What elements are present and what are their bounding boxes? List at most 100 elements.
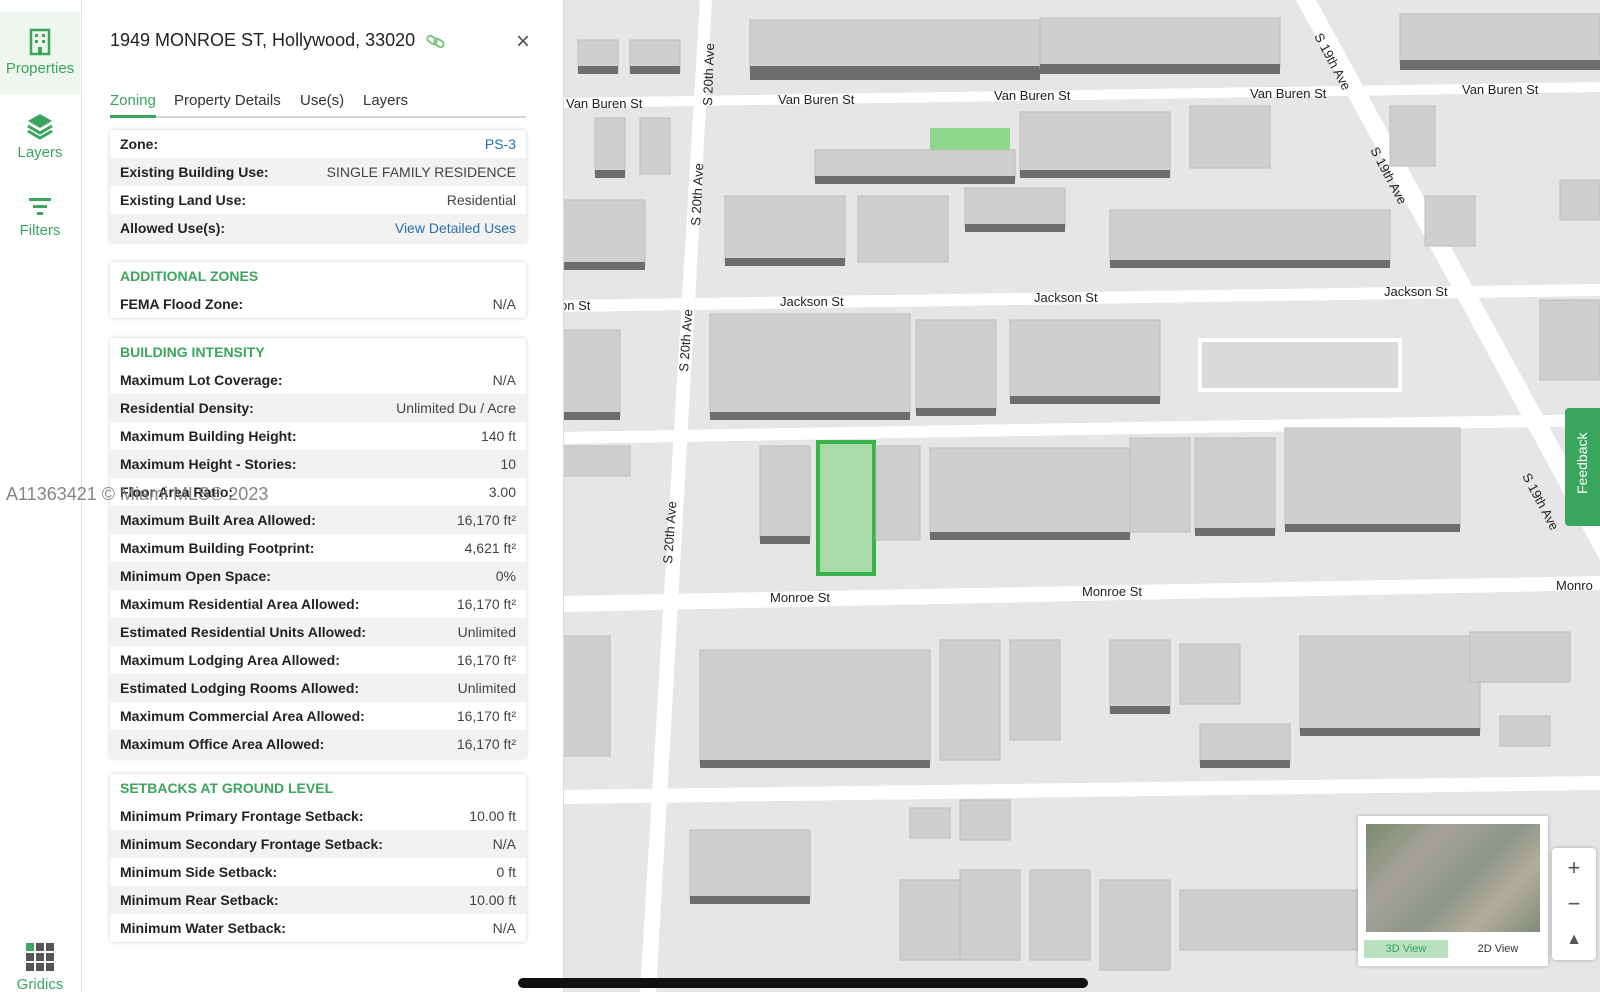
- zone-link[interactable]: PS-3: [485, 130, 516, 158]
- minimap[interactable]: 3D View 2D View: [1358, 816, 1548, 966]
- row-value: Residential: [446, 192, 516, 208]
- row-value: N/A: [492, 920, 516, 936]
- row-value: 16,170 ft²: [456, 512, 516, 528]
- row-label: Estimated Residential Units Allowed:: [120, 624, 367, 640]
- street-label-van-buren-4: Van Buren St: [1250, 86, 1327, 101]
- row-label: Minimum Secondary Frontage Setback:: [120, 836, 383, 852]
- street-label-van-buren-2: Van Buren St: [778, 92, 855, 107]
- row-existing-building-use: Existing Building Use: SINGLE FAMILY RES…: [110, 158, 526, 186]
- zoom-in-icon[interactable]: +: [1552, 850, 1596, 886]
- rail-properties-label: Properties: [5, 60, 75, 77]
- building-intensity-row: Maximum Built Area Allowed: 16,170 ft²: [110, 506, 526, 534]
- tab-property-details[interactable]: Property Details: [174, 92, 281, 109]
- building-intensity-row: Maximum Building Height: 140 ft: [110, 422, 526, 450]
- rail-layers[interactable]: Layers: [0, 112, 80, 172]
- zoning-card: Zone: PS-3 Existing Building Use: SINGLE…: [110, 130, 526, 242]
- row-zone: Zone: PS-3: [110, 130, 526, 158]
- row-value: 16,170 ft²: [456, 652, 516, 668]
- section-title: SETBACKS AT GROUND LEVEL: [120, 780, 334, 796]
- row-label: Maximum Office Area Allowed:: [120, 736, 325, 752]
- row-fema-flood-zone: FEMA Flood Zone: N/A: [110, 290, 526, 318]
- rail-gridics-label: Gridics: [16, 976, 64, 992]
- row-value: N/A: [492, 836, 516, 852]
- building-intensity-card: BUILDING INTENSITY Maximum Lot Coverage:…: [110, 338, 526, 758]
- row-value: 0%: [495, 568, 516, 584]
- row-value: 10.00 ft: [469, 808, 516, 824]
- app-window: Van Buren St Van Buren St Van Buren St V…: [0, 0, 1600, 992]
- rail-properties[interactable]: Properties: [0, 12, 80, 94]
- setback-rows: Minimum Primary Frontage Setback: 10.00 f…: [110, 802, 526, 942]
- layers-icon: [27, 114, 53, 140]
- setback-row: Minimum Rear Setback: 10.00 ft: [110, 886, 526, 914]
- street-label-jackson-partial: on St: [560, 298, 591, 313]
- section-title: ADDITIONAL ZONES: [120, 268, 259, 284]
- row-value: Unlimited: [457, 624, 516, 640]
- row-value: 3.00: [488, 484, 516, 500]
- building-intensity-row: Estimated Lodging Rooms Allowed: Unlimite…: [110, 674, 526, 702]
- row-value: SINGLE FAMILY RESIDENCE: [326, 164, 516, 180]
- street-label-monroe-1: Monroe St: [770, 590, 830, 605]
- property-address: 1949 MONROE ST, Hollywood, 33020: [110, 30, 416, 50]
- feedback-label: Feedback: [1574, 432, 1590, 494]
- street-label-jackson-2: Jackson St: [1034, 290, 1098, 305]
- row-value: 16,170 ft²: [456, 596, 516, 612]
- building-intensity-row: Maximum Lot Coverage: N/A: [110, 366, 526, 394]
- row-label: Residential Density:: [120, 400, 254, 416]
- tab-layers[interactable]: Layers: [363, 92, 408, 109]
- building-intensity-row: Residential Density: Unlimited Du / Acre: [110, 394, 526, 422]
- tab-zoning[interactable]: Zoning: [110, 92, 156, 118]
- row-value: Unlimited Du / Acre: [396, 400, 516, 416]
- row-label: Estimated Lodging Rooms Allowed:: [120, 680, 360, 696]
- building-intensity-row: Minimum Open Space: 0%: [110, 562, 526, 590]
- filter-icon: [29, 198, 51, 215]
- street-label-van-buren-3: Van Buren St: [994, 88, 1071, 103]
- link-icon[interactable]: [426, 32, 446, 50]
- row-label: FEMA Flood Zone:: [120, 296, 244, 312]
- 2d-view-button[interactable]: 2D View: [1456, 940, 1540, 958]
- row-existing-land-use: Existing Land Use: Residential: [110, 186, 526, 214]
- row-label: Maximum Residential Area Allowed:: [120, 596, 360, 612]
- rail-filters[interactable]: Filters: [0, 196, 80, 246]
- building-intensity-row: Maximum Height - Stories: 10: [110, 450, 526, 478]
- street-label-jackson-1: Jackson St: [780, 294, 844, 309]
- row-value: 4,621 ft²: [464, 540, 516, 556]
- section-title: BUILDING INTENSITY: [120, 344, 265, 360]
- street-label-s20-1: S 20th Ave: [700, 43, 717, 106]
- row-value: 10.00 ft: [469, 892, 516, 908]
- tab-uses[interactable]: Use(s): [300, 92, 344, 109]
- 3d-view-button[interactable]: 3D View: [1364, 940, 1448, 958]
- row-label: Allowed Use(s):: [120, 220, 226, 236]
- row-label: Maximum Lodging Area Allowed:: [120, 652, 340, 668]
- row-value: Unlimited: [457, 680, 516, 696]
- close-icon[interactable]: ×: [516, 30, 530, 54]
- row-label: Maximum Built Area Allowed:: [120, 512, 316, 528]
- feedback-button[interactable]: Feedback: [1565, 408, 1600, 526]
- row-label: Minimum Side Setback:: [120, 864, 278, 880]
- row-label: Maximum Building Height:: [120, 428, 297, 444]
- view-detailed-uses-link[interactable]: View Detailed Uses: [395, 214, 516, 242]
- setback-row: Minimum Primary Frontage Setback: 10.00 f…: [110, 802, 526, 830]
- building-intensity-row: Maximum Building Footprint: 4,621 ft²: [110, 534, 526, 562]
- row-label: Minimum Primary Frontage Setback:: [120, 808, 364, 824]
- rail-gridics[interactable]: Gridics: [0, 942, 80, 992]
- street-label-monroe-2: Monroe St: [1082, 584, 1142, 599]
- setback-row: Minimum Side Setback: 0 ft: [110, 858, 526, 886]
- row-allowed-uses: Allowed Use(s): View Detailed Uses: [110, 214, 526, 242]
- gridics-logo-icon: [26, 943, 54, 971]
- row-label: Maximum Height - Stories:: [120, 456, 297, 472]
- zoom-out-icon[interactable]: −: [1552, 886, 1596, 922]
- row-value: 140 ft: [480, 428, 516, 444]
- row-value: 16,170 ft²: [456, 708, 516, 724]
- mls-watermark: A11363421 © Miami MLS® 2023: [6, 484, 269, 504]
- building-intensity-row: Maximum Commercial Area Allowed: 16,170 f…: [110, 702, 526, 730]
- row-label: Zone:: [120, 136, 159, 152]
- compass-icon[interactable]: ▲: [1552, 922, 1596, 958]
- building-intensity-row: Maximum Office Area Allowed: 16,170 ft²: [110, 730, 526, 758]
- row-value: 0 ft: [496, 864, 516, 880]
- row-label: Existing Building Use:: [120, 164, 269, 180]
- rail-layers-label: Layers: [17, 144, 63, 161]
- row-label: Maximum Building Footprint:: [120, 540, 315, 556]
- row-value: N/A: [492, 296, 516, 312]
- panel-tabs: Zoning Property Details Use(s) Layers: [110, 88, 526, 118]
- building-intensity-rows: Maximum Lot Coverage: N/A Residential Dens…: [110, 366, 526, 758]
